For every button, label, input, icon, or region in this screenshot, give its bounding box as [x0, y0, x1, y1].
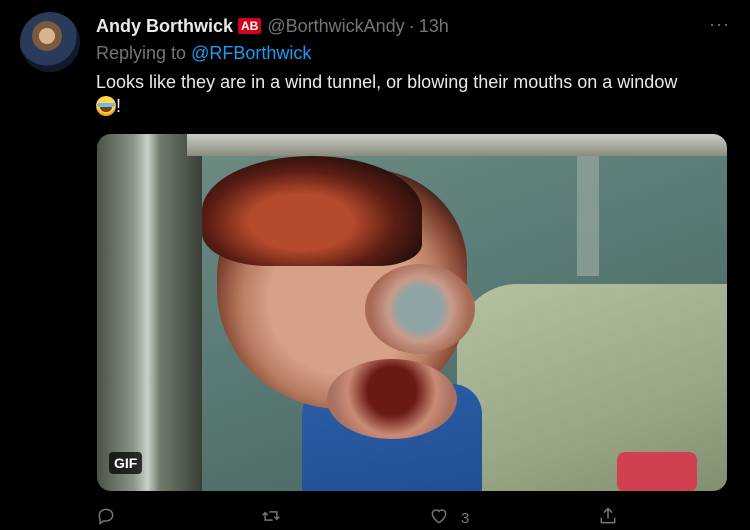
- user-handle[interactable]: @BorthwickAndy: [267, 16, 404, 37]
- window-bar: [577, 156, 599, 276]
- display-name[interactable]: Andy Borthwick: [96, 16, 233, 37]
- tweet-suffix: !: [116, 96, 122, 116]
- tweet-timestamp[interactable]: 13h: [419, 16, 449, 37]
- window-frame-left: [97, 134, 202, 491]
- tweet-text: Looks like they are in a wind tunnel, or…: [96, 70, 726, 118]
- replying-to-label: Replying to: [96, 43, 187, 63]
- share-button[interactable]: [598, 506, 618, 530]
- gif-badge: GIF: [109, 452, 143, 474]
- affiliate-badge: AB: [238, 18, 262, 34]
- like-count: 3: [461, 509, 470, 527]
- retweet-icon: [261, 506, 281, 530]
- replying-to-line: Replying to @RFBorthwick: [96, 43, 311, 64]
- heart-icon: [429, 506, 449, 530]
- gif-media[interactable]: GIF: [97, 134, 727, 491]
- tweet-body: Looks like they are in a wind tunnel, or…: [96, 72, 678, 92]
- window-frame-top: [187, 134, 727, 156]
- like-button[interactable]: 3: [429, 506, 469, 530]
- more-options-icon[interactable]: ···: [709, 14, 730, 35]
- face-with-tears-of-joy-icon: [96, 96, 116, 116]
- tweet-header: Andy Borthwick AB @BorthwickAndy · 13h: [96, 14, 730, 38]
- replying-to-link[interactable]: @RFBorthwick: [191, 43, 311, 63]
- reply-icon: [96, 506, 116, 530]
- open-mouth: [327, 359, 457, 439]
- separator: ·: [408, 15, 415, 36]
- retweet-button[interactable]: [261, 506, 281, 530]
- red-patch: [617, 452, 697, 491]
- reply-button[interactable]: [96, 506, 116, 530]
- tweet-actions: 3: [96, 506, 730, 528]
- avatar[interactable]: [20, 12, 80, 72]
- hair: [202, 156, 422, 266]
- pressed-mouth: [365, 264, 475, 354]
- share-icon: [598, 506, 618, 530]
